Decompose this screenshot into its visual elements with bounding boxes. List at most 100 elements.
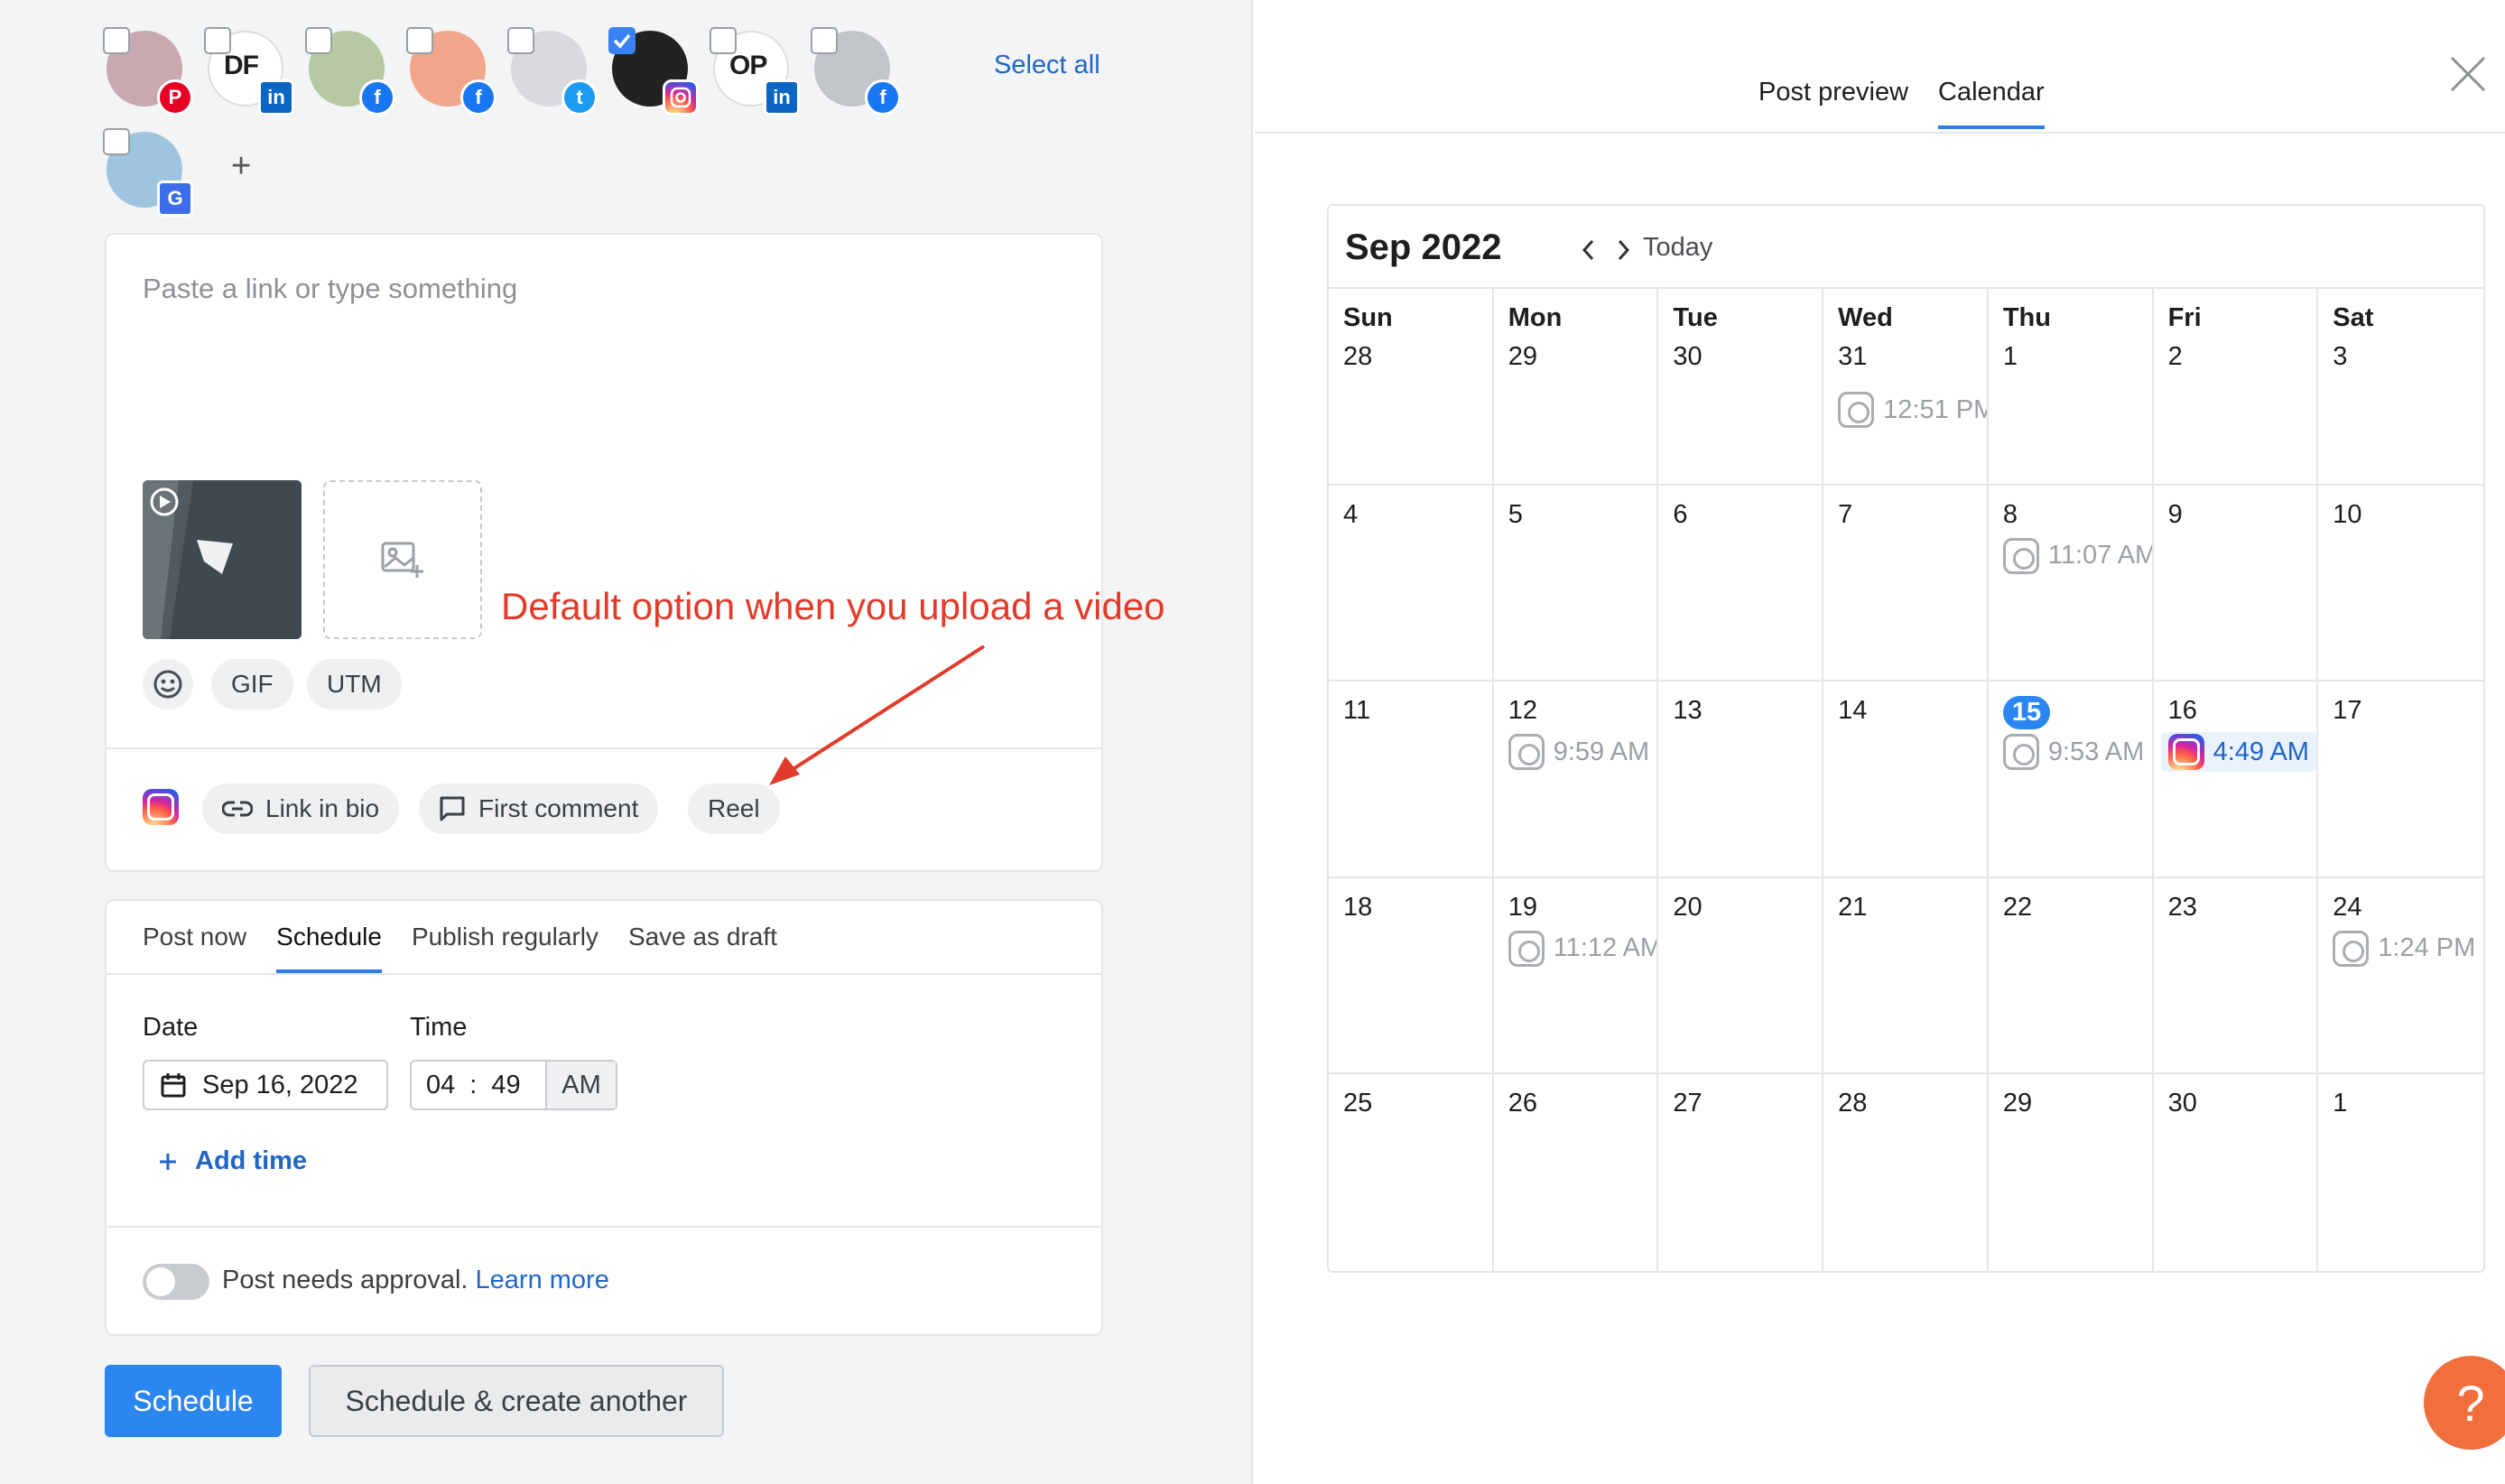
calendar-day[interactable]: 24 1:24 PM (2318, 878, 2483, 1075)
calendar-day[interactable]: Sun 28 (1329, 289, 1494, 486)
add-account-button[interactable]: + (231, 147, 251, 186)
first-comment-button[interactable]: First comment (419, 784, 659, 834)
today-button[interactable]: Today (1643, 233, 1712, 263)
calendar-day[interactable]: 17 (2318, 682, 2483, 878)
date-picker[interactable]: Sep 16, 2022 (143, 1060, 388, 1110)
day-number: 23 (2167, 892, 2197, 922)
calendar-day[interactable]: 1 (2318, 1074, 2483, 1271)
calendar-day[interactable]: Fri 2 (2153, 289, 2319, 486)
scheduled-post[interactable]: 9:53 AM (2002, 732, 2144, 772)
account-avatar[interactable]: P (103, 27, 193, 116)
calendar-day[interactable]: 11 (1329, 682, 1494, 878)
calendar-day[interactable]: 15 9:53 AM (1988, 682, 2154, 878)
instagram-icon (1508, 930, 1545, 967)
day-number: 17 (2333, 696, 2362, 726)
tab-post-preview[interactable]: Post preview (1758, 78, 1908, 129)
calendar-header: Sep 2022 Today (1329, 206, 2483, 289)
tab-post-now[interactable]: Post now (143, 923, 246, 973)
annotation-arrow-icon (769, 645, 986, 785)
account-checkbox[interactable] (103, 128, 130, 155)
calendar-day[interactable]: 5 (1493, 485, 1659, 682)
account-avatar[interactable]: t (507, 27, 598, 116)
day-number: 2 (2167, 342, 2183, 371)
minute-input[interactable]: 49 (491, 1071, 520, 1100)
add-time-button[interactable]: Add time (157, 1146, 307, 1176)
scheduled-post[interactable]: 11:07 AM (2002, 536, 2152, 576)
learn-more-link[interactable]: Learn more (476, 1266, 609, 1294)
calendar-day[interactable]: 14 (1823, 682, 1989, 878)
scheduled-post[interactable]: 12:51 PM (1838, 390, 1987, 430)
calendar-day[interactable]: 10 (2318, 486, 2483, 682)
calendar-day[interactable]: Wed 31 12:51 PM (1823, 289, 1989, 486)
calendar-day[interactable]: 6 (1658, 485, 1824, 682)
calendar-day[interactable]: 7 (1823, 485, 1989, 682)
calendar-day[interactable]: 21 (1823, 877, 1989, 1075)
link-in-bio-button[interactable]: Link in bio (202, 784, 400, 834)
tab-save-as-draft[interactable]: Save as draft (628, 923, 777, 973)
account-checkbox[interactable] (406, 27, 433, 54)
gif-button[interactable]: GIF (211, 659, 293, 710)
calendar-day[interactable]: 19 11:12 AM (1493, 877, 1659, 1075)
calendar-day[interactable]: Tue 30 (1658, 289, 1824, 486)
account-checkbox[interactable] (811, 27, 838, 54)
calendar-day[interactable]: 16 4:49 AM (2153, 682, 2319, 878)
schedule-and-create-another-button[interactable]: Schedule & create another (309, 1365, 724, 1437)
weekday-label: Sat (2333, 303, 2374, 332)
approval-toggle[interactable] (143, 1264, 209, 1300)
schedule-button[interactable]: Schedule (105, 1365, 282, 1437)
calendar-day[interactable]: 12 9:59 AM (1493, 682, 1659, 878)
calendar-day[interactable]: Sat 3 (2318, 289, 2483, 486)
calendar-day[interactable]: 22 (1988, 877, 2154, 1075)
first-comment-label: First comment (478, 794, 639, 822)
account-avatar[interactable]: OP in (710, 27, 800, 116)
account-avatar[interactable]: f (811, 27, 901, 116)
calendar-day[interactable]: Thu 1 (1988, 289, 2154, 486)
calendar-day[interactable]: 13 (1658, 682, 1824, 878)
account-avatar[interactable]: G (103, 128, 193, 217)
divider (107, 973, 1101, 975)
chevron-right-icon[interactable] (1614, 238, 1632, 262)
post-time: 9:59 AM (1553, 737, 1650, 766)
account-avatar[interactable] (608, 27, 699, 116)
calendar-day[interactable]: 20 (1658, 877, 1824, 1075)
scheduled-post[interactable]: 1:24 PM (2333, 929, 2475, 969)
account-checkbox[interactable] (710, 27, 737, 54)
tab-publish-regularly[interactable]: Publish regularly (412, 923, 598, 973)
calendar-day[interactable]: 4 (1329, 485, 1494, 682)
scheduled-post[interactable]: 4:49 AM (2160, 732, 2316, 773)
account-checkbox[interactable] (507, 27, 534, 54)
account-checkbox[interactable] (305, 27, 332, 54)
video-thumbnail[interactable] (143, 480, 302, 639)
calendar-day[interactable]: 25 (1329, 1074, 1494, 1271)
calendar-day[interactable]: 29 (1989, 1074, 2154, 1271)
account-checkbox[interactable] (608, 27, 636, 54)
account-avatar[interactable]: DF in (204, 27, 294, 116)
close-icon[interactable] (2448, 54, 2488, 94)
calendar-day[interactable]: 8 11:07 AM (1988, 485, 2154, 682)
calendar-day[interactable]: 26 (1494, 1074, 1659, 1271)
calendar-day[interactable]: 27 (1658, 1074, 1824, 1271)
calendar-day[interactable]: 28 (1823, 1074, 1989, 1271)
day-number: 31 (1838, 342, 1868, 371)
scheduled-post[interactable]: 9:59 AM (1508, 732, 1649, 772)
calendar-day[interactable]: 23 (2153, 877, 2319, 1075)
scheduled-post[interactable]: 11:12 AM (1508, 929, 1656, 969)
calendar-day[interactable]: 30 (2154, 1074, 2319, 1271)
post-text-input[interactable]: Paste a link or type something (143, 273, 517, 305)
tab-schedule[interactable]: Schedule (276, 923, 382, 973)
calendar-day[interactable]: 18 (1329, 877, 1494, 1075)
account-avatar[interactable]: f (406, 27, 496, 116)
utm-button[interactable]: UTM (307, 659, 402, 710)
ampm-toggle[interactable]: AM (545, 1062, 616, 1108)
account-avatar[interactable]: f (305, 27, 395, 116)
emoji-button[interactable] (143, 659, 193, 710)
add-media-button[interactable] (323, 480, 482, 639)
account-checkbox[interactable] (204, 27, 231, 54)
chevron-left-icon[interactable] (1580, 238, 1598, 262)
calendar-day[interactable]: 9 (2153, 485, 2319, 682)
tab-calendar[interactable]: Calendar (1938, 78, 2045, 129)
hour-input[interactable]: 04 (426, 1071, 455, 1100)
select-all-link[interactable]: Select all (994, 51, 1100, 80)
calendar-day[interactable]: Mon 29 (1493, 289, 1659, 486)
account-checkbox[interactable] (103, 27, 130, 54)
